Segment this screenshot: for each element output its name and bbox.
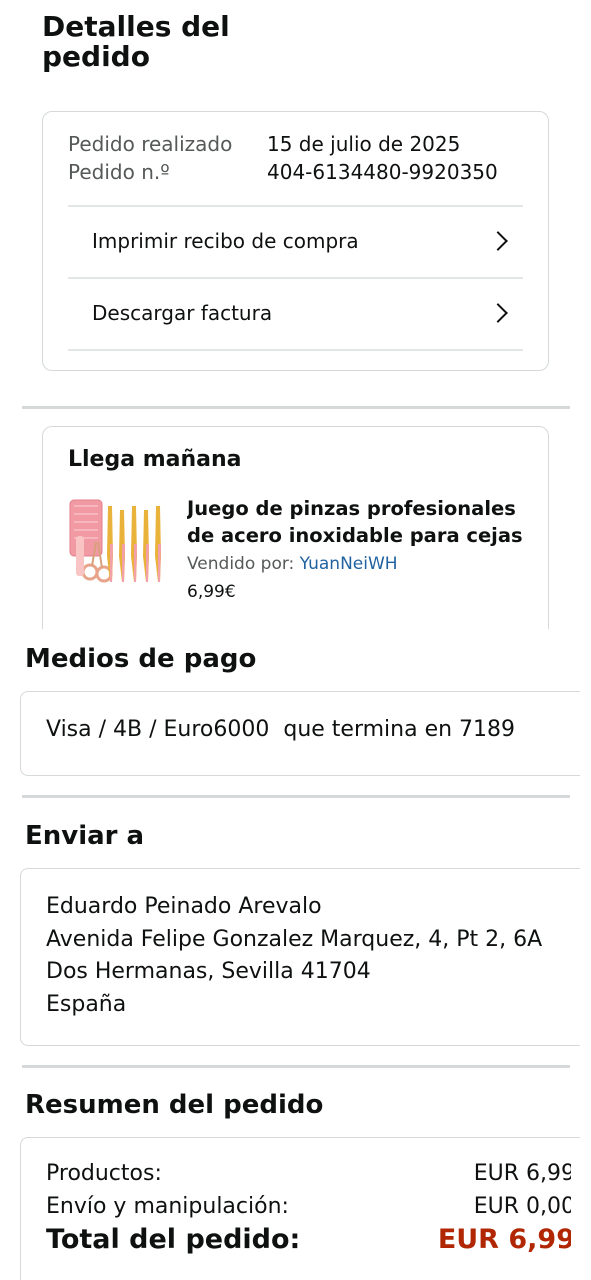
shipping-cost-label: Envío y manipulación: [46,1194,289,1219]
divider [68,349,523,351]
payment-method: Visa / 4B / Euro6000 que termina en 7189 [46,717,516,742]
product-price: 6,99€ [187,582,236,602]
download-invoice-label: Descargar factura [92,301,273,325]
summary-shipping-row: Envío y manipulación: EUR 0,00 [46,1194,571,1219]
order-date-value: 15 de julio de 2025 [267,132,461,156]
order-date-label: Pedido realizado [68,132,233,156]
recipient-name: Eduardo Peinado Arevalo [46,894,322,919]
products-value: EUR 6,99 [473,1161,571,1186]
section-separator [22,1065,570,1068]
page-title-line1: Detalles del [42,10,230,38]
summary-total-row: Total del pedido: EUR 6,99 [46,1224,571,1255]
summary-heading: Resumen del pedido [25,1090,324,1120]
address-country: España [46,991,127,1017]
order-total-label: Total del pedido: [46,1224,301,1255]
address-line-2: Dos Hermanas, Sevilla 41704 [46,959,371,984]
shipping-cost-value: EUR 0,00 [473,1194,571,1219]
product-title-link[interactable]: Juego de pinzas profesionales de acero i… [187,495,527,549]
order-number-label: Pedido n.º [68,160,170,184]
order-number-value: 404-6134480-9920350 [267,160,498,184]
page-title: Detalles del pedido [42,8,342,76]
print-receipt-label: Imprimir recibo de compra [92,229,359,253]
payment-heading: Medios de pago [25,644,257,674]
arrival-heading: Llega mañana [68,447,242,472]
sold-by-line: Vendido por: YuanNeiWH [187,554,398,574]
address-block: Eduardo Peinado Arevalo Avenida Felipe G… [46,891,542,1021]
chevron-right-icon [488,231,508,251]
product-image[interactable] [66,496,170,586]
product-thumbnail-graphic [69,499,161,583]
seller-link[interactable]: YuanNeiWH [300,554,398,574]
page-title-line2: pedido [42,40,150,73]
products-label: Productos: [46,1161,162,1186]
order-total-value: EUR 6,99 [437,1224,571,1255]
chevron-right-icon [488,303,508,323]
sold-by-label: Vendido por: [187,554,295,574]
section-separator [22,406,570,409]
print-receipt-row[interactable]: Imprimir recibo de compra [68,206,523,276]
download-invoice-row[interactable]: Descargar factura [68,278,523,348]
shipping-heading: Enviar a [25,821,145,851]
section-separator [22,795,570,798]
address-line-1: Avenida Felipe Gonzalez Marquez, 4, Pt 2… [46,926,543,952]
summary-products-row: Productos: EUR 6,99 [46,1161,571,1186]
